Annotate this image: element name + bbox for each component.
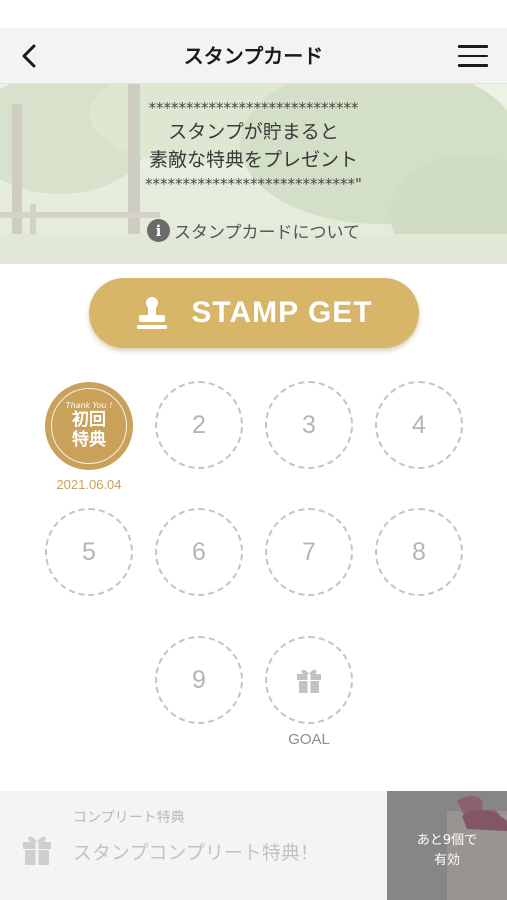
first-visit-stamp: Thank You ! 初回 特典 xyxy=(45,382,133,470)
goal-label: GOAL xyxy=(288,731,330,748)
page-title: スタンプカード xyxy=(183,44,324,68)
stamp-slot-number: 7 xyxy=(302,537,316,566)
hero-banner: **************************** スタンプが貯まると 素… xyxy=(0,84,507,264)
stamp-slot-goal xyxy=(265,636,353,724)
stamp-slot-8: 8 xyxy=(375,508,463,596)
stamp-benefit-line: 特典 xyxy=(72,429,106,450)
about-stamp-card-link[interactable]: i スタンプカードについて xyxy=(0,218,507,243)
chevron-left-icon xyxy=(22,44,36,68)
stamp-slot-number: 4 xyxy=(412,410,426,439)
stamp-slot-3: 3 xyxy=(265,381,353,469)
stamp-slot-4: 4 xyxy=(375,381,463,469)
about-stamp-card-label: スタンプカードについて xyxy=(174,223,360,243)
stamp-slot-number: 2 xyxy=(192,410,206,439)
stamp-slot-number: 9 xyxy=(192,665,206,694)
reward-image-thumbnail: あと9個で 有効 xyxy=(387,791,507,900)
stamp-thank-you-text: Thank You ! xyxy=(65,400,113,410)
banner-line-2: 素敵な特典をプレゼント xyxy=(148,149,358,171)
stamp-slot-5: 5 xyxy=(45,508,133,596)
menu-button[interactable] xyxy=(451,34,495,78)
hamburger-menu-icon xyxy=(458,45,488,48)
remaining-count-text: あと9個で xyxy=(416,833,478,848)
stamp-slot-9: 9 xyxy=(155,636,243,724)
stamp-slot-number: 8 xyxy=(412,537,426,566)
banner-decoration-bottom: ****************************" xyxy=(145,175,362,193)
gift-icon xyxy=(23,836,51,865)
stamp-first-line: 初回 xyxy=(72,409,106,430)
banner-decoration-top: **************************** xyxy=(148,99,359,117)
gift-icon xyxy=(297,669,321,693)
back-button[interactable] xyxy=(8,34,52,78)
banner-line-1: スタンプが貯まると xyxy=(168,121,339,143)
stamp-slot-2: 2 xyxy=(155,381,243,469)
stamp-slot-7: 7 xyxy=(265,508,353,596)
stamp-icon xyxy=(137,297,168,329)
stamp-slot-number: 5 xyxy=(82,537,96,566)
complete-reward-caption: コンプリート特典 xyxy=(73,810,185,826)
complete-reward-panel[interactable]: コンプリート特典 スタンプコンプリート特典！ xyxy=(0,791,387,900)
stamp-date: 2021.06.04 xyxy=(56,477,122,492)
stamp-slot-number: 3 xyxy=(302,410,316,439)
stamp-slot-number: 6 xyxy=(192,537,206,566)
app-header: スタンプカード xyxy=(0,28,507,84)
status-bar-area xyxy=(0,0,507,28)
stamp-get-button[interactable]: STAMP GET xyxy=(89,278,419,348)
complete-reward-title: スタンプコンプリート特典！ xyxy=(73,842,319,864)
info-icon: i xyxy=(147,219,170,242)
remaining-valid-text: 有効 xyxy=(433,853,460,868)
stamp-get-label: STAMP GET xyxy=(191,296,373,329)
stamp-slot-6: 6 xyxy=(155,508,243,596)
